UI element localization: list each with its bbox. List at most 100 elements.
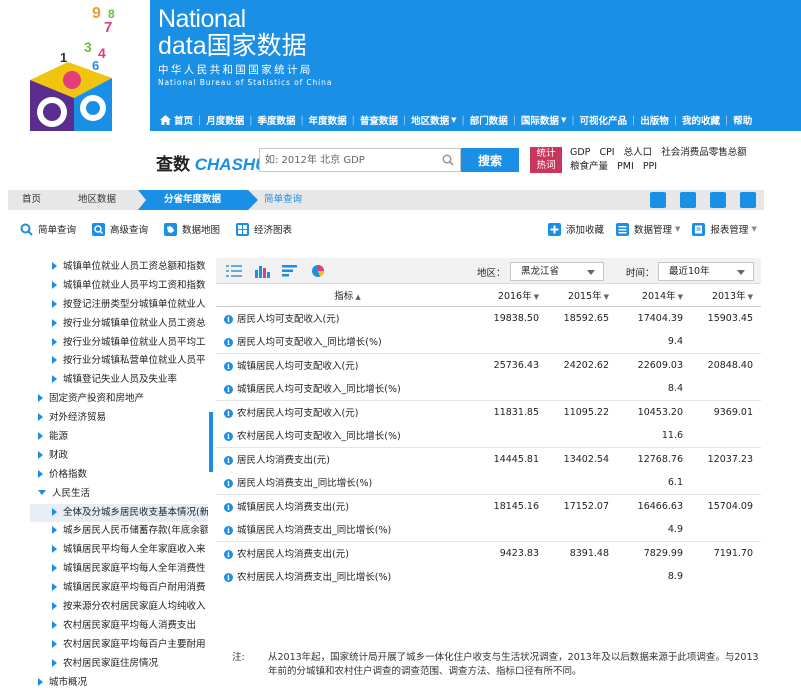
print-icon[interactable]: [710, 192, 726, 208]
tree-node[interactable]: 城镇单位就业人员平均工资和指数: [30, 277, 208, 296]
tree-node[interactable]: 农村居民家庭平均每人消费支出: [30, 617, 208, 636]
info-icon[interactable]: i: [224, 385, 233, 394]
tree-node[interactable]: 农村居民家庭住房情况: [30, 655, 208, 674]
advanced-query-tool[interactable]: 高级查询: [92, 222, 148, 236]
nav-quarterly[interactable]: 季度数据: [252, 113, 300, 127]
caret-right-icon[interactable]: [38, 432, 43, 441]
site-logo[interactable]: 9 7 3 4 1 6 8: [0, 0, 150, 131]
nav-annual[interactable]: 年度数据: [304, 113, 352, 127]
tree-node[interactable]: 城镇居民家庭平均每人全年消费性: [30, 560, 208, 579]
hot-word-link[interactable]: CPI: [599, 147, 614, 158]
add-favorite-button[interactable]: 添加收藏: [548, 222, 604, 236]
tree-node[interactable]: 按登记注册类型分城镇单位就业人: [30, 296, 208, 315]
caret-right-icon[interactable]: [52, 337, 57, 346]
caret-right-icon[interactable]: [52, 299, 57, 308]
time-select[interactable]: 最近10年: [658, 262, 754, 281]
tree-node[interactable]: 固定资产投资和房地产: [30, 390, 208, 409]
column-header-2014[interactable]: 2014年 ▼: [617, 284, 691, 307]
hot-word-link[interactable]: PMI: [617, 161, 634, 172]
tree-node[interactable]: 城镇单位就业人员工资总额和指数: [30, 258, 208, 277]
info-icon[interactable]: i: [224, 409, 233, 418]
info-icon[interactable]: i: [224, 503, 233, 512]
hot-word-link[interactable]: GDP: [570, 147, 590, 158]
caret-right-icon[interactable]: [52, 507, 57, 516]
nav-regional[interactable]: 地区数据 ▼: [406, 113, 461, 127]
horizontal-bar-icon[interactable]: [282, 264, 298, 278]
nav-visualization[interactable]: 可视化产品: [575, 113, 633, 127]
info-icon[interactable]: i: [224, 456, 233, 465]
caret-right-icon[interactable]: [52, 658, 57, 667]
tree-node[interactable]: 财政: [30, 447, 208, 466]
tree-node[interactable]: 城市概况: [30, 674, 208, 693]
info-icon[interactable]: i: [224, 573, 233, 583]
tree-node[interactable]: 人民生活: [30, 485, 208, 504]
data-map-tool[interactable]: 数据地图: [164, 222, 220, 236]
breadcrumb-active[interactable]: 分省年度数据: [146, 190, 248, 210]
column-header-2016[interactable]: 2016年 ▼: [479, 284, 547, 307]
tree-node[interactable]: 农村居民家庭平均每百户主要耐用: [30, 636, 208, 655]
nav-help[interactable]: 帮助: [728, 113, 757, 127]
caret-right-icon[interactable]: [52, 375, 57, 384]
caret-right-icon[interactable]: [52, 318, 57, 327]
caret-right-icon[interactable]: [52, 564, 57, 573]
search-input[interactable]: [260, 149, 438, 171]
sort-icon[interactable]: ▼: [678, 293, 683, 301]
tree-scrollbar[interactable]: [209, 412, 213, 472]
nav-census[interactable]: 普查数据: [355, 113, 403, 127]
caret-right-icon[interactable]: [38, 469, 43, 478]
nav-monthly[interactable]: 月度数据: [201, 113, 249, 127]
hot-word-link[interactable]: 总人口: [624, 147, 653, 158]
caret-right-icon[interactable]: [52, 526, 57, 535]
sort-icon[interactable]: ▼: [604, 293, 609, 301]
region-select[interactable]: 黑龙江省: [510, 262, 604, 281]
brand-title[interactable]: National data国家数据 中华人民共和国国家统计局 National …: [158, 6, 332, 87]
column-header-2015[interactable]: 2015年 ▼: [547, 284, 617, 307]
tree-node[interactable]: 全体及分城乡居民收支基本情况(新: [30, 503, 208, 523]
nav-favorites[interactable]: 我的收藏: [677, 113, 725, 127]
tree-node[interactable]: 城镇居民家庭平均每百户耐用消费: [30, 579, 208, 598]
tree-node[interactable]: 对外经济贸易: [30, 409, 208, 428]
report-manage-menu[interactable]: 报表管理 ▼: [692, 222, 757, 236]
caret-right-icon[interactable]: [52, 280, 57, 289]
tree-node[interactable]: 城乡居民人民币储蓄存款(年底余额: [30, 522, 208, 541]
tree-node[interactable]: 价格指数: [30, 466, 208, 485]
tree-node[interactable]: 按行业分城镇单位就业人员平均工: [30, 334, 208, 353]
caret-right-icon[interactable]: [52, 583, 57, 592]
caret-right-icon[interactable]: [52, 639, 57, 648]
nav-publications[interactable]: 出版物: [635, 113, 674, 127]
info-icon[interactable]: i: [224, 526, 233, 535]
info-icon[interactable]: i: [224, 315, 233, 324]
sort-icon[interactable]: ▼: [748, 293, 753, 301]
caret-right-icon[interactable]: [52, 356, 57, 365]
search-icon[interactable]: [442, 154, 454, 166]
column-header-2013[interactable]: 2013年 ▼: [691, 284, 761, 307]
bar-chart-icon[interactable]: [254, 264, 270, 278]
nav-home[interactable]: 首页: [155, 113, 198, 127]
info-icon[interactable]: i: [224, 432, 233, 441]
info-icon[interactable]: i: [224, 338, 233, 347]
nav-international[interactable]: 国际数据 ▼: [516, 113, 571, 127]
hot-word-link[interactable]: 粮食产量: [570, 161, 608, 172]
download-icon[interactable]: [650, 192, 666, 208]
hot-word-link[interactable]: PPI: [643, 161, 657, 172]
breadcrumb-simple-query[interactable]: 简单查询: [264, 190, 302, 210]
hot-word-link[interactable]: 社会消费品零售总额: [661, 147, 747, 158]
pie-chart-icon[interactable]: [310, 264, 326, 278]
caret-down-icon[interactable]: [38, 489, 46, 495]
caret-right-icon[interactable]: [52, 602, 57, 611]
info-icon[interactable]: i: [224, 479, 233, 488]
breadcrumb-home[interactable]: 首页: [22, 190, 41, 210]
sort-icon[interactable]: ▲: [355, 293, 360, 301]
search-button[interactable]: 搜索: [461, 148, 519, 172]
tree-node[interactable]: 城镇登记失业人员及失业率: [30, 371, 208, 390]
simple-query-tool[interactable]: 简单查询: [20, 222, 76, 236]
copy-icon[interactable]: [680, 192, 696, 208]
info-icon[interactable]: i: [224, 362, 233, 371]
table-view-icon[interactable]: [226, 264, 242, 278]
caret-right-icon[interactable]: [52, 620, 57, 629]
share-icon[interactable]: [740, 192, 756, 208]
caret-right-icon[interactable]: [38, 450, 43, 459]
caret-right-icon[interactable]: [52, 262, 57, 270]
column-header-indicator[interactable]: 指标 ▲: [216, 284, 479, 307]
sort-icon[interactable]: ▼: [534, 293, 539, 301]
